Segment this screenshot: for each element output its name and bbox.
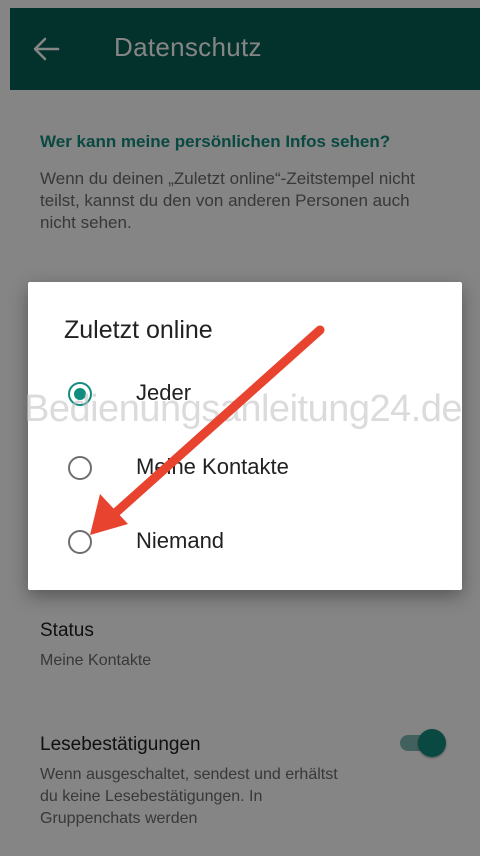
radio-unchecked-icon[interactable] <box>68 456 92 480</box>
option-label: Meine Kontakte <box>136 454 289 479</box>
option-niemand[interactable]: Niemand <box>28 514 462 574</box>
option-label: Niemand <box>136 528 225 553</box>
last-seen-dialog: Zuletzt online Jeder Meine Kontakte Niem… <box>28 282 462 590</box>
screen: Datenschutz Wer kann meine persönlichen … <box>0 0 480 856</box>
watermark: Bedienungsanleitung24.de <box>24 388 463 430</box>
dialog-title: Zuletzt online <box>64 316 213 344</box>
option-meine-kontakte[interactable]: Meine Kontakte <box>28 440 462 500</box>
radio-unchecked-icon[interactable] <box>68 530 92 554</box>
